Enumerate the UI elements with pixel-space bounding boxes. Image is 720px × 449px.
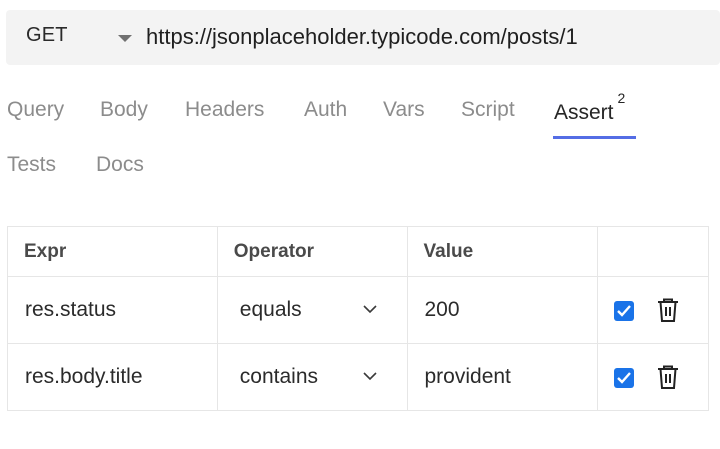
column-header-actions (597, 226, 709, 277)
value-cell[interactable]: 200 (406, 276, 599, 344)
request-url-bar: GET (6, 10, 720, 65)
tab-body[interactable]: Body (100, 98, 148, 122)
method-selector[interactable]: GET (26, 24, 68, 47)
expr-cell[interactable]: res.status (7, 276, 218, 344)
assertions-table: Expr Operator Value res.status equals 20… (7, 226, 709, 411)
tab-assert[interactable]: Assert2 (554, 90, 625, 125)
row-actions (597, 343, 709, 411)
url-input[interactable] (146, 20, 706, 54)
operator-select[interactable]: contains (216, 343, 408, 411)
tab-script[interactable]: Script (461, 98, 515, 122)
chevron-down-icon (363, 372, 377, 381)
value-cell[interactable]: provident (406, 343, 599, 411)
column-header-expr: Expr (7, 226, 218, 277)
caret-down-icon[interactable] (118, 35, 132, 42)
tab-auth[interactable]: Auth (304, 98, 347, 122)
trash-icon[interactable] (656, 364, 680, 390)
column-header-operator: Operator (216, 226, 408, 277)
tab-headers[interactable]: Headers (185, 98, 264, 122)
active-tab-indicator (553, 136, 636, 139)
operator-select[interactable]: equals (216, 276, 408, 344)
operator-value: contains (239, 365, 318, 388)
enabled-checkbox[interactable] (614, 301, 635, 321)
table-row: res.body.title contains provident (7, 343, 709, 411)
tab-docs[interactable]: Docs (96, 153, 144, 177)
trash-icon[interactable] (656, 297, 680, 323)
chevron-down-icon (363, 305, 377, 314)
column-header-value: Value (406, 226, 599, 277)
tab-assert-count-badge: 2 (617, 90, 626, 106)
tab-query[interactable]: Query (7, 98, 64, 122)
operator-value: equals (239, 298, 302, 321)
table-row: res.status equals 200 (7, 276, 709, 344)
row-actions (597, 276, 709, 344)
expr-cell[interactable]: res.body.title (7, 343, 218, 411)
tab-tests[interactable]: Tests (7, 153, 56, 177)
table-header-row: Expr Operator Value (7, 226, 709, 277)
tab-assert-label: Assert (554, 101, 614, 124)
checkbox-checked-icon (617, 305, 632, 317)
checkbox-checked-icon (617, 372, 632, 384)
enabled-checkbox[interactable] (614, 368, 635, 388)
tab-vars[interactable]: Vars (383, 98, 425, 122)
